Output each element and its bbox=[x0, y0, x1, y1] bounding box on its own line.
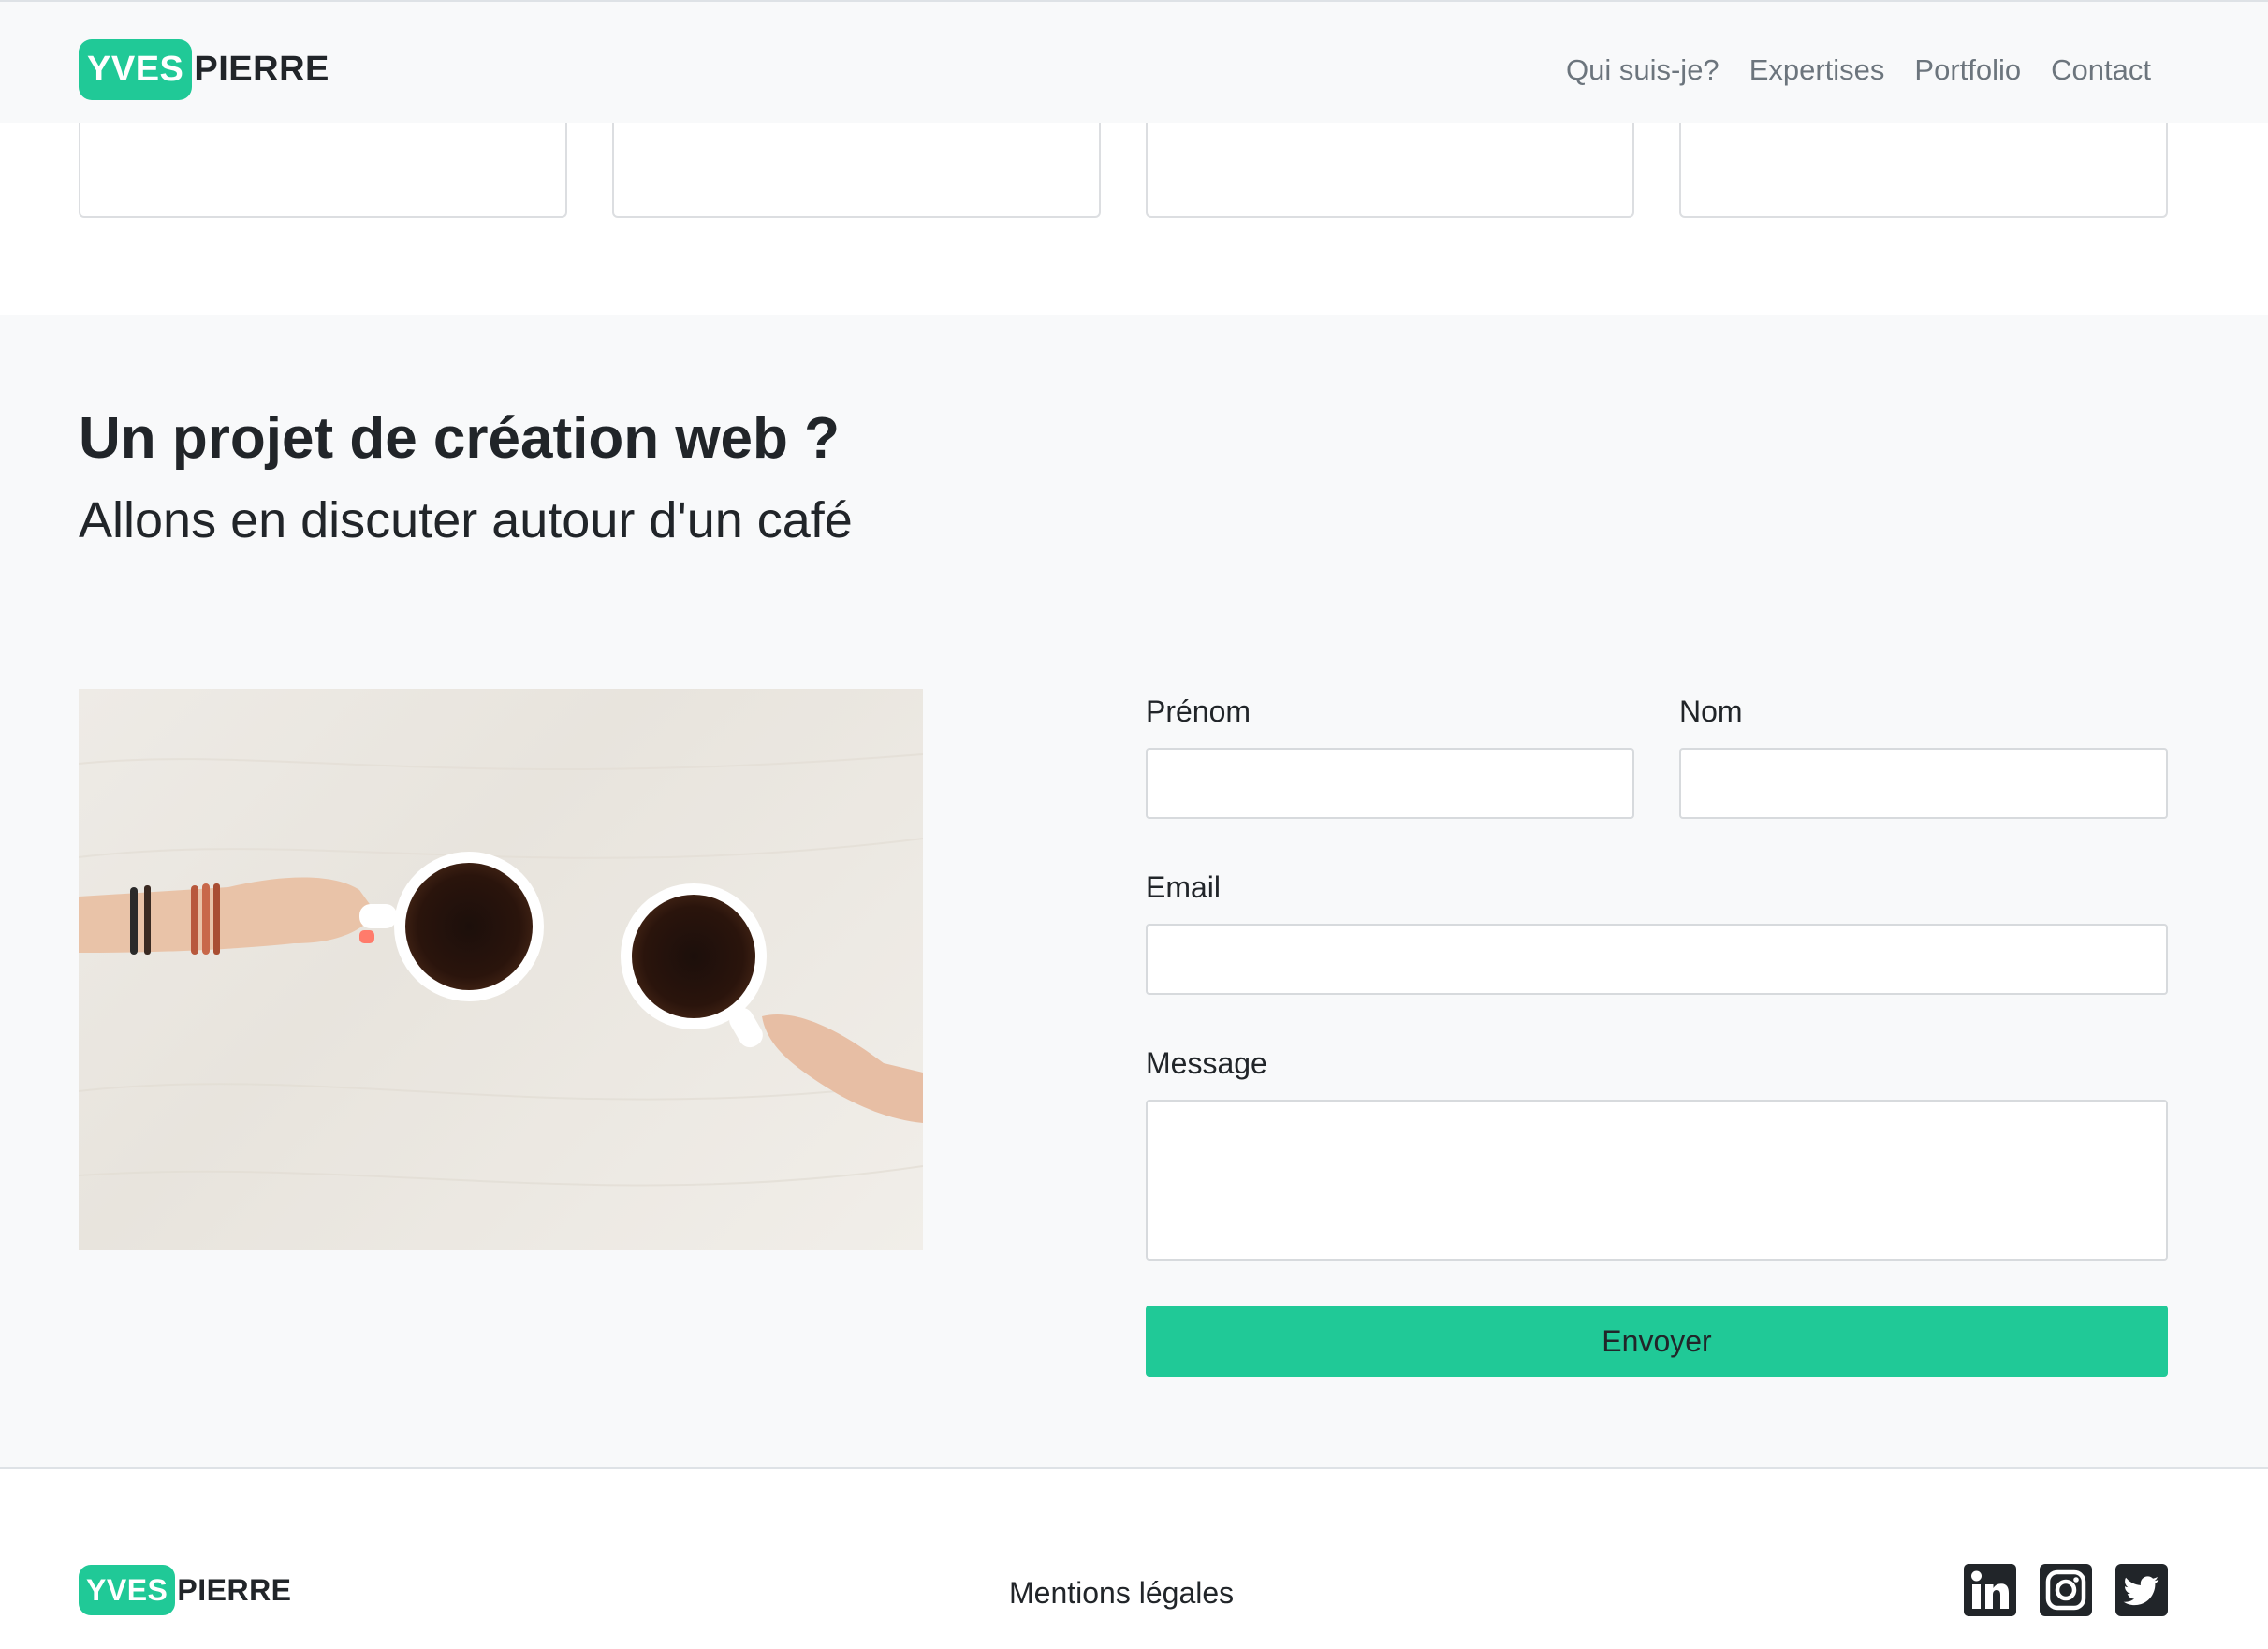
contact-subtitle: Allons en discuter autour d'un café bbox=[79, 492, 853, 548]
legal-notice-link[interactable]: Mentions légales bbox=[1009, 1576, 1234, 1611]
footer-brand-logo[interactable]: YVES PIERRE bbox=[79, 1565, 292, 1615]
contact-section: Un projet de création web ? Allons en di… bbox=[0, 315, 2268, 1467]
nav-item-contact[interactable]: Contact bbox=[2051, 53, 2151, 87]
email-label: Email bbox=[1146, 870, 1222, 904]
message-textarea[interactable] bbox=[1146, 1100, 2168, 1261]
firstname-input[interactable] bbox=[1146, 748, 1634, 819]
lastname-label: Nom bbox=[1679, 694, 1743, 728]
brand-logo[interactable]: YVES PIERRE bbox=[79, 39, 329, 100]
page: YVES PIERRE Qui suis-je? Expertises Port… bbox=[0, 0, 2268, 1649]
twitter-icon[interactable] bbox=[2115, 1564, 2168, 1616]
nav-item-expertises[interactable]: Expertises bbox=[1749, 53, 1885, 87]
nav-item-qui-suis-je[interactable]: Qui suis-je? bbox=[1566, 53, 1719, 87]
expertise-card bbox=[612, 113, 1101, 218]
nav-links: Qui suis-je? Expertises Portfolio Contac… bbox=[1566, 53, 2151, 87]
expertise-card bbox=[1146, 113, 1634, 218]
contact-title: Un projet de création web ? bbox=[79, 406, 840, 471]
instagram-icon[interactable] bbox=[2040, 1564, 2092, 1616]
navbar: YVES PIERRE Qui suis-je? Expertises Port… bbox=[0, 0, 2268, 123]
nav-item-portfolio[interactable]: Portfolio bbox=[1914, 53, 2021, 87]
linkedin-icon[interactable] bbox=[1964, 1564, 2016, 1616]
expertise-card bbox=[79, 113, 567, 218]
footer: YVES PIERRE Mentions légales bbox=[0, 1467, 2268, 1649]
brand-rest: PIERRE bbox=[194, 50, 329, 89]
message-label: Message bbox=[1146, 1046, 1267, 1080]
coffee-cups-image bbox=[79, 689, 923, 1250]
expertise-cards-section bbox=[0, 113, 2268, 315]
footer-brand-rest: PIERRE bbox=[177, 1572, 292, 1607]
submit-button[interactable]: Envoyer bbox=[1146, 1306, 2168, 1377]
lastname-input[interactable] bbox=[1679, 748, 2168, 819]
footer-brand-highlight: YVES bbox=[79, 1565, 176, 1615]
email-input[interactable] bbox=[1146, 924, 2168, 995]
firstname-label: Prénom bbox=[1146, 694, 1251, 728]
expertise-card bbox=[1679, 113, 2168, 218]
brand-highlight: YVES bbox=[79, 39, 193, 100]
